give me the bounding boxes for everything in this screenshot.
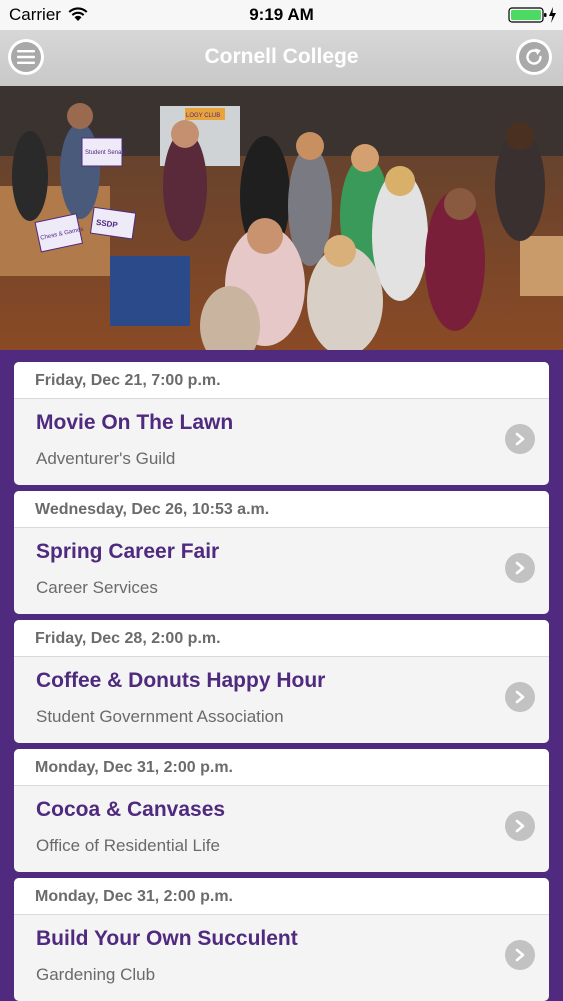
- battery-charging-icon: [508, 7, 556, 23]
- event-title: Build Your Own Succulent: [36, 927, 298, 950]
- hero-photo: Student Senate Chess & Games SSDP LOGY C…: [0, 86, 563, 350]
- event-title: Cocoa & Canvases: [36, 798, 226, 821]
- event-title: Movie On The Lawn: [36, 411, 234, 434]
- event-date: Wednesday, Dec 26, 10:53 a.m.: [14, 491, 549, 528]
- event-card[interactable]: Wednesday, Dec 26, 10:53 a.m. Spring Car…: [14, 491, 549, 614]
- event-title: Coffee & Donuts Happy Hour: [36, 669, 326, 692]
- event-title: Spring Career Fair: [36, 540, 220, 563]
- event-card[interactable]: Friday, Dec 21, 7:00 p.m. Movie On The L…: [14, 362, 549, 485]
- chevron-right-icon: [505, 940, 535, 970]
- event-date: Friday, Dec 21, 7:00 p.m.: [14, 362, 549, 399]
- event-organizer: Career Services: [36, 578, 158, 597]
- chevron-right-icon: [505, 553, 535, 583]
- chevron-right-icon: [505, 424, 535, 454]
- page-title: Cornell College: [204, 45, 359, 68]
- navigation-bar: Cornell College: [0, 30, 563, 86]
- event-card[interactable]: Monday, Dec 31, 2:00 p.m. Cocoa & Canvas…: [14, 749, 549, 872]
- event-organizer: Gardening Club: [36, 965, 156, 984]
- event-organizer: Student Government Association: [36, 707, 284, 726]
- event-organizer: Adventurer's Guild: [36, 449, 176, 468]
- clock: 9:19 AM: [249, 5, 314, 24]
- refresh-button[interactable]: [516, 39, 552, 75]
- sign-label: LOGY CLUB: [186, 113, 220, 119]
- chevron-right-icon: [505, 811, 535, 841]
- chevron-right-icon: [505, 682, 535, 712]
- event-card[interactable]: Friday, Dec 28, 2:00 p.m. Coffee & Donut…: [14, 620, 549, 743]
- event-date: Friday, Dec 28, 2:00 p.m.: [14, 620, 549, 657]
- event-date: Monday, Dec 31, 2:00 p.m.: [14, 878, 549, 915]
- refresh-icon: [526, 48, 542, 65]
- event-date: Monday, Dec 31, 2:00 p.m.: [14, 749, 549, 786]
- status-bar: Carrier 9:19 AM: [0, 0, 563, 30]
- event-organizer: Office of Residential Life: [36, 836, 220, 855]
- event-card[interactable]: Monday, Dec 31, 2:00 p.m. Build Your Own…: [14, 878, 549, 1001]
- sign-label: Student Senate: [85, 150, 127, 156]
